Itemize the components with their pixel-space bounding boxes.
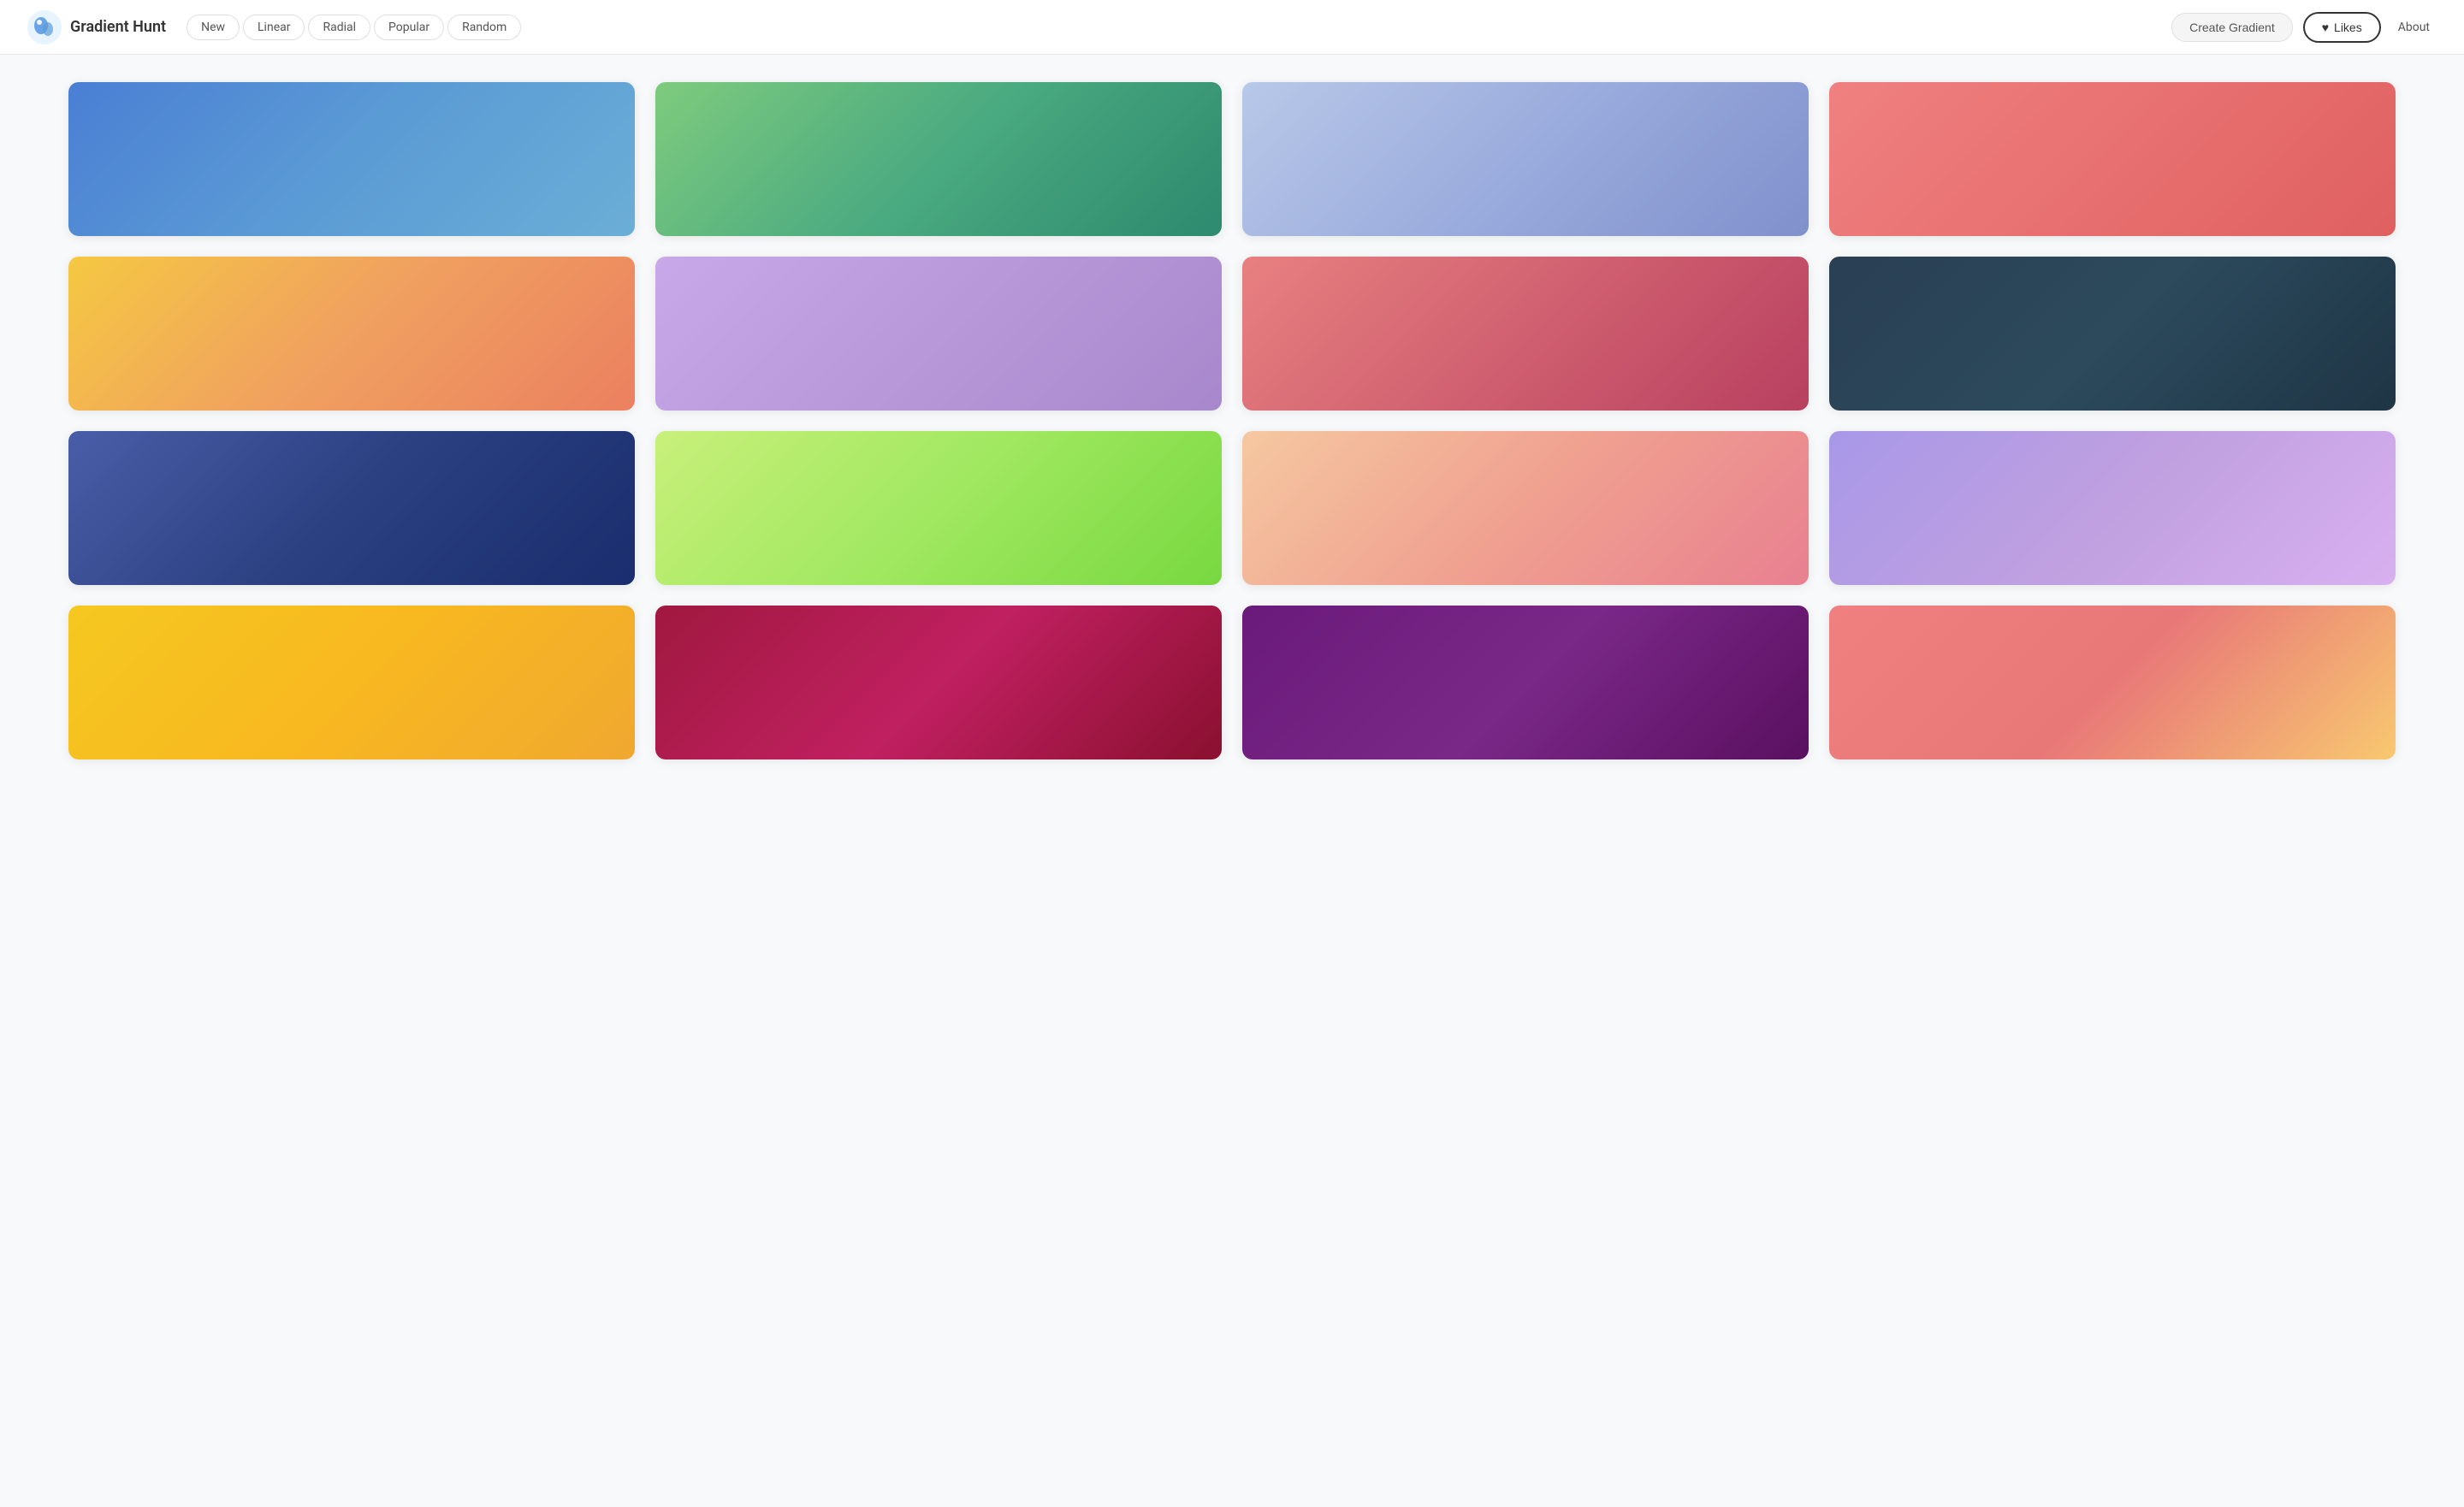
gradient-swatch [68,82,635,236]
nav-popular[interactable]: Popular [374,15,444,40]
gradient-card[interactable] [1242,606,1809,759]
header-right: Create Gradient ♥ Likes About [2171,12,2437,43]
gradient-card[interactable] [68,431,635,585]
gradient-swatch [1242,82,1809,236]
gradient-card[interactable] [1829,257,2396,411]
heart-icon: ♥ [2322,21,2329,34]
gradient-swatch [1242,431,1809,585]
gradient-card[interactable] [1242,431,1809,585]
main-content [0,55,2464,787]
create-gradient-button[interactable]: Create Gradient [2171,13,2293,42]
logo[interactable]: Gradient Hunt [27,10,166,44]
likes-button[interactable]: ♥ Likes [2303,12,2381,43]
nav-random[interactable]: Random [447,15,521,40]
gradient-swatch [655,257,1222,411]
gradient-swatch [1829,431,2396,585]
gradient-grid [68,82,2396,759]
gradient-card[interactable] [1829,82,2396,236]
gradient-card[interactable] [655,431,1222,585]
gradient-swatch [1242,257,1809,411]
logo-text: Gradient Hunt [70,18,166,36]
gradient-swatch [655,431,1222,585]
nav-links: New Linear Radial Popular Random [187,15,521,40]
nav-linear[interactable]: Linear [243,15,305,40]
likes-label: Likes [2334,21,2362,34]
nav-radial[interactable]: Radial [308,15,370,40]
gradient-card[interactable] [1242,82,1809,236]
gradient-swatch [1829,257,2396,411]
gradient-swatch [1829,82,2396,236]
gradient-swatch [655,82,1222,236]
gradient-card[interactable] [68,606,635,759]
main-header: Gradient Hunt New Linear Radial Popular … [0,0,2464,55]
gradient-card[interactable] [1829,431,2396,585]
header-left: Gradient Hunt New Linear Radial Popular … [27,10,521,44]
gradient-card[interactable] [655,257,1222,411]
gradient-swatch [68,257,635,411]
gradient-card[interactable] [1829,606,2396,759]
gradient-card[interactable] [68,257,635,411]
gradient-swatch [1829,606,2396,759]
gradient-swatch [68,431,635,585]
gradient-swatch [68,606,635,759]
nav-new[interactable]: New [187,15,240,40]
gradient-card[interactable] [68,82,635,236]
gradient-swatch [655,606,1222,759]
gradient-card[interactable] [1242,257,1809,411]
logo-icon [27,10,62,44]
about-link[interactable]: About [2391,15,2437,39]
gradient-swatch [1242,606,1809,759]
gradient-card[interactable] [655,606,1222,759]
gradient-card[interactable] [655,82,1222,236]
